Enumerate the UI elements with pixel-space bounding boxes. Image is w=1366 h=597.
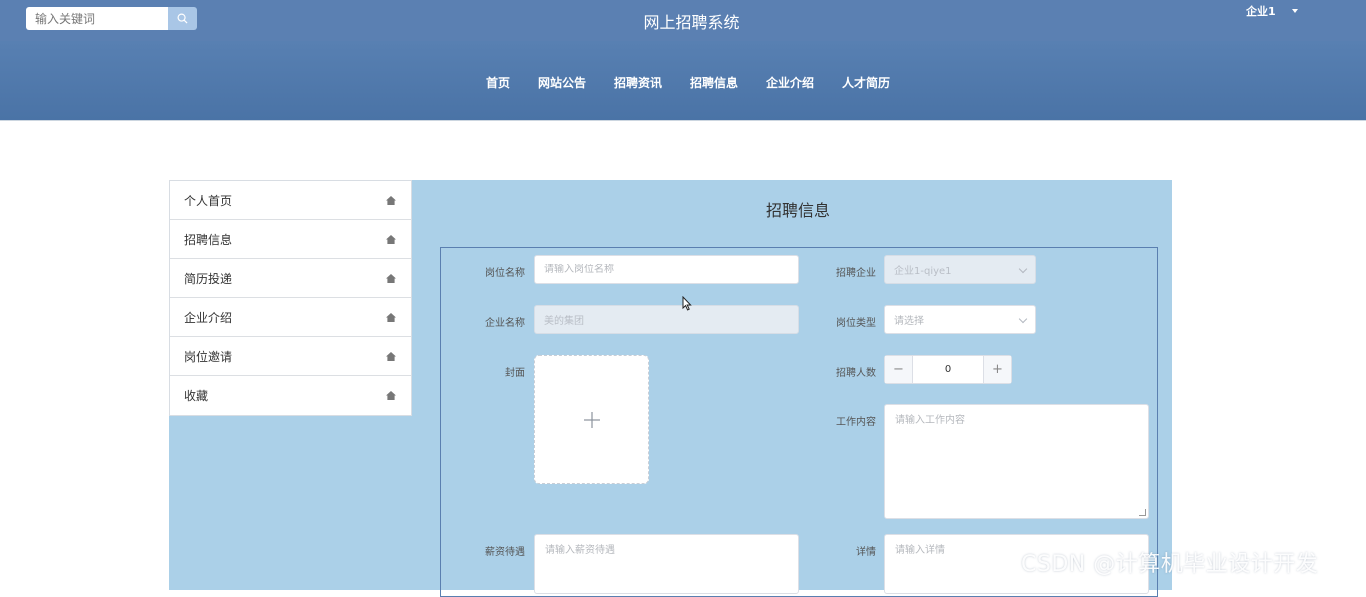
job-type-placeholder: 请选择 xyxy=(894,316,924,327)
home-icon xyxy=(386,391,396,400)
main-nav: 首页 网站公告 招聘资讯 招聘信息 企业介绍 人才简历 xyxy=(0,74,1366,91)
plus-icon xyxy=(583,411,600,428)
job-type-select[interactable]: 请选择 xyxy=(884,305,1036,334)
user-name: 企业1 xyxy=(1246,5,1276,18)
cover-upload[interactable] xyxy=(534,355,649,484)
side-menu: 个人首页 招聘信息 简历投递 企业介绍 岗位邀请 收藏 xyxy=(169,180,412,416)
resize-handle-icon[interactable] xyxy=(1139,509,1146,516)
sidebar-item-resume-delivery[interactable]: 简历投递 xyxy=(170,259,411,298)
recruit-company-select: 企业1-qiye1 xyxy=(884,255,1036,284)
sidebar-item-job-invitations[interactable]: 岗位邀请 xyxy=(170,337,411,376)
sidebar-item-label: 招聘信息 xyxy=(184,232,233,247)
sidebar-item-label: 企业介绍 xyxy=(184,310,233,325)
job-type-label: 岗位类型 xyxy=(836,318,876,329)
salary-label: 薪资待遇 xyxy=(485,547,525,558)
home-icon xyxy=(386,234,396,244)
company-name-field: 美的集团 xyxy=(534,305,799,334)
user-menu[interactable]: 企业1 xyxy=(1246,3,1298,19)
nav-banner: 首页 网站公告 招聘资讯 招聘信息 企业介绍 人才简历 xyxy=(0,41,1366,121)
company-name-value: 美的集团 xyxy=(544,316,584,327)
increment-button[interactable]: + xyxy=(983,356,1011,383)
plus-icon: + xyxy=(992,362,1003,377)
home-icon xyxy=(386,312,396,322)
sidebar-item-label: 简历投递 xyxy=(184,271,233,286)
page-title: 招聘信息 xyxy=(765,201,830,220)
headcount-value[interactable]: 0 xyxy=(913,356,983,383)
caret-down-icon xyxy=(1291,9,1298,13)
cover-label: 封面 xyxy=(505,368,525,379)
home-icon xyxy=(386,273,396,283)
chevron-down-icon xyxy=(1018,314,1028,323)
job-name-input[interactable] xyxy=(544,264,789,275)
nav-item-home[interactable]: 首页 xyxy=(486,74,510,91)
decrement-button[interactable]: − xyxy=(885,356,913,383)
nav-item-talent-resume[interactable]: 人才简历 xyxy=(842,74,890,91)
nav-item-announcements[interactable]: 网站公告 xyxy=(538,74,586,91)
sidebar-item-label: 个人首页 xyxy=(184,193,233,208)
sidebar-item-favorites[interactable]: 收藏 xyxy=(170,376,411,415)
minus-icon: − xyxy=(893,362,904,377)
mouse-cursor-icon xyxy=(682,296,692,311)
nav-item-company-intro[interactable]: 企业介绍 xyxy=(766,74,814,91)
recruit-company-label: 招聘企业 xyxy=(836,268,876,279)
sidebar-item-personal-home[interactable]: 个人首页 xyxy=(170,181,411,220)
top-bar: 网上招聘系统 企业1 xyxy=(0,0,1366,41)
recruit-company-value: 企业1-qiye1 xyxy=(894,266,952,277)
home-icon xyxy=(386,195,396,205)
nav-item-recruit-info[interactable]: 招聘信息 xyxy=(690,74,738,91)
salary-field[interactable] xyxy=(534,534,799,594)
job-content-label: 工作内容 xyxy=(836,417,876,428)
job-content-textarea[interactable] xyxy=(895,411,1138,512)
job-content-field[interactable] xyxy=(884,404,1149,519)
headcount-stepper[interactable]: − 0 + xyxy=(884,355,1012,384)
headcount-label: 招聘人数 xyxy=(836,368,876,379)
job-name-label: 岗位名称 xyxy=(485,268,525,279)
details-label: 详情 xyxy=(856,547,876,558)
chevron-down-icon xyxy=(1018,264,1028,273)
watermark: CSDN @计算机毕业设计开发 xyxy=(1021,552,1319,577)
salary-textarea[interactable] xyxy=(545,541,788,587)
sidebar-item-label: 岗位邀请 xyxy=(184,349,233,364)
site-title: 网上招聘系统 xyxy=(643,13,740,32)
sidebar-item-label: 收藏 xyxy=(184,389,209,403)
home-icon xyxy=(386,351,396,361)
sidebar-item-company-intro[interactable]: 企业介绍 xyxy=(170,298,411,337)
sidebar-item-recruit-info[interactable]: 招聘信息 xyxy=(170,220,411,259)
nav-item-recruit-news[interactable]: 招聘资讯 xyxy=(614,74,662,91)
job-name-field[interactable] xyxy=(534,255,799,284)
company-name-label: 企业名称 xyxy=(485,318,525,329)
